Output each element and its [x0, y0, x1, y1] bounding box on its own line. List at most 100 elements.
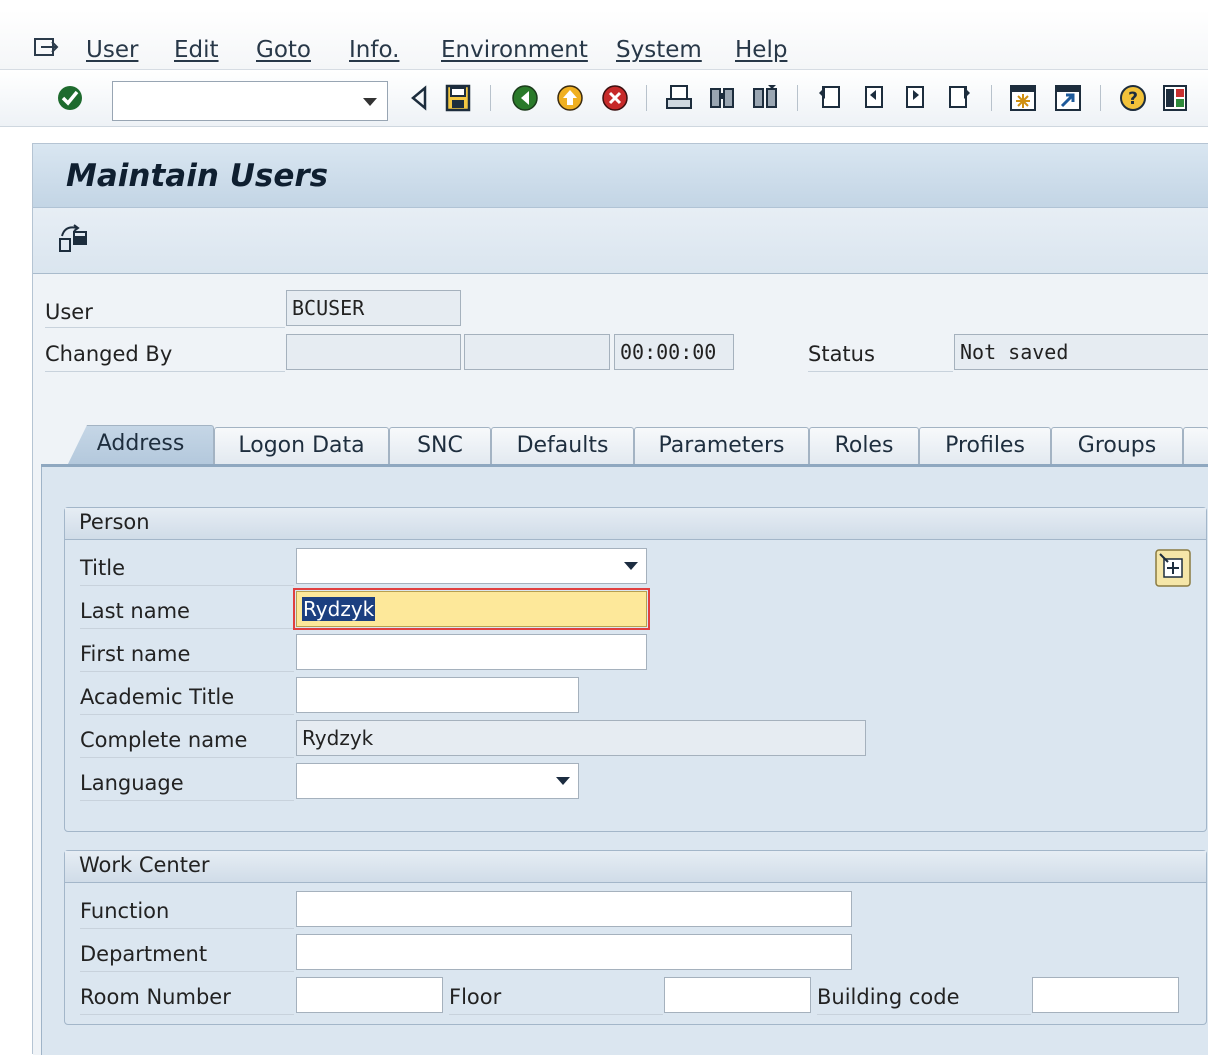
find-icon[interactable] — [707, 83, 737, 113]
academic-title-label: Academic Title — [80, 685, 235, 709]
status-label: Status — [808, 342, 875, 366]
back-icon[interactable] — [510, 83, 540, 113]
back-arrow-icon[interactable] — [405, 83, 435, 113]
label-underline — [808, 371, 953, 372]
menu-info[interactable]: Info. — [349, 37, 399, 63]
first-name-label: First name — [80, 642, 191, 666]
menu-bar: User Edit Goto Info. Environment System … — [0, 10, 1208, 70]
person-group-heading: Person — [65, 508, 1206, 540]
floor-label: Floor — [449, 985, 502, 1009]
academic-title-field[interactable] — [296, 677, 579, 713]
first-name-field[interactable] — [296, 634, 647, 670]
toolbar-separator — [490, 85, 491, 111]
function-label: Function — [80, 899, 170, 923]
previous-page-icon[interactable] — [858, 83, 888, 113]
status-field: Not saved — [954, 334, 1208, 370]
department-field[interactable] — [296, 934, 852, 970]
first-page-icon[interactable] — [815, 83, 845, 113]
print-icon[interactable] — [664, 83, 694, 113]
complete-name-field: Rydzyk — [296, 720, 866, 756]
person-group: Person Title Last name Rydzyk First name… — [64, 507, 1207, 832]
change-display-icon[interactable] — [57, 222, 91, 256]
exit-icon[interactable] — [555, 83, 585, 113]
last-name-field[interactable]: Rydzyk — [293, 588, 650, 630]
menu-help[interactable]: Help — [735, 37, 787, 63]
user-label: User — [45, 300, 93, 324]
label-underline — [80, 714, 294, 715]
toolbar-separator — [646, 85, 647, 111]
floor-field[interactable] — [664, 977, 811, 1013]
building-code-label: Building code — [817, 985, 960, 1009]
label-underline — [80, 585, 294, 586]
tab-more[interactable] — [1183, 427, 1208, 465]
more-fields-icon[interactable] — [1154, 548, 1192, 588]
tab-groups[interactable]: Groups — [1051, 427, 1183, 465]
tab-defaults[interactable]: Defaults — [491, 427, 634, 465]
label-underline — [80, 1014, 294, 1015]
department-label: Department — [80, 942, 208, 966]
changed-time-field: 00:00:00 — [614, 334, 734, 370]
page-title: Maintain Users — [66, 158, 329, 194]
toolbar-separator — [991, 85, 992, 111]
building-code-field[interactable] — [1032, 977, 1179, 1013]
last-name-label: Last name — [80, 599, 190, 623]
language-label: Language — [80, 771, 184, 795]
tab-address[interactable]: Address — [67, 425, 214, 466]
toolbar-separator — [797, 85, 798, 111]
customize-layout-icon[interactable] — [1160, 83, 1190, 113]
room-number-field[interactable] — [296, 977, 443, 1013]
standard-toolbar: ? — [0, 71, 1208, 127]
changed-date-field — [464, 334, 610, 370]
label-underline — [80, 800, 294, 801]
command-field[interactable] — [112, 81, 388, 121]
function-field[interactable] — [296, 891, 852, 927]
tab-parameters[interactable]: Parameters — [634, 427, 809, 465]
next-page-icon[interactable] — [901, 83, 931, 113]
tab-snc[interactable]: SNC — [389, 427, 491, 465]
menu-environment[interactable]: Environment — [441, 37, 588, 63]
work-center-group: Work Center Function Department Room Num… — [64, 850, 1207, 1025]
work-center-group-heading: Work Center — [65, 851, 1206, 883]
label-underline — [80, 928, 294, 929]
save-icon[interactable] — [443, 83, 473, 113]
menu-edit[interactable]: Edit — [174, 37, 219, 63]
tab-roles[interactable]: Roles — [809, 427, 919, 465]
last-page-icon[interactable] — [944, 83, 974, 113]
application-toolbar — [33, 208, 1208, 274]
shortcut-icon[interactable] — [1053, 83, 1083, 113]
language-select[interactable] — [296, 763, 579, 799]
menu-toggle-icon[interactable] — [33, 37, 59, 59]
label-underline — [80, 671, 294, 672]
tab-profiles[interactable]: Profiles — [919, 427, 1051, 465]
title-bar: Maintain Users — [33, 144, 1208, 208]
menu-system[interactable]: System — [616, 37, 702, 63]
tab-body-address: Person Title Last name Rydzyk First name… — [41, 467, 1208, 1055]
label-underline — [80, 628, 294, 629]
create-session-icon[interactable] — [1008, 83, 1038, 113]
menu-user[interactable]: User — [86, 37, 138, 63]
help-icon[interactable]: ? — [1118, 83, 1148, 113]
user-field: BCUSER — [286, 290, 461, 326]
svg-text:?: ? — [1128, 89, 1138, 109]
complete-name-label: Complete name — [80, 728, 248, 752]
label-underline — [817, 1014, 1031, 1015]
changed-by-label: Changed By — [45, 342, 173, 366]
label-underline — [80, 971, 294, 972]
chevron-down-icon[interactable] — [624, 562, 638, 570]
room-number-label: Room Number — [80, 985, 231, 1009]
cancel-icon[interactable] — [600, 83, 630, 113]
label-underline — [45, 327, 285, 328]
main-screen: Maintain Users User BCUSER Changed By 00… — [32, 143, 1208, 1055]
menu-goto[interactable]: Goto — [256, 37, 311, 63]
label-underline — [449, 1014, 663, 1015]
changed-by-field — [286, 334, 461, 370]
chevron-down-icon[interactable] — [556, 777, 570, 785]
title-select[interactable] — [296, 548, 647, 584]
tab-logon-data[interactable]: Logon Data — [214, 427, 389, 465]
enter-check-icon[interactable] — [55, 83, 85, 113]
chevron-down-icon[interactable] — [363, 98, 377, 106]
find-next-icon[interactable] — [750, 83, 780, 113]
label-underline — [80, 757, 294, 758]
last-name-value: Rydzyk — [302, 597, 376, 621]
title-label: Title — [80, 556, 126, 580]
